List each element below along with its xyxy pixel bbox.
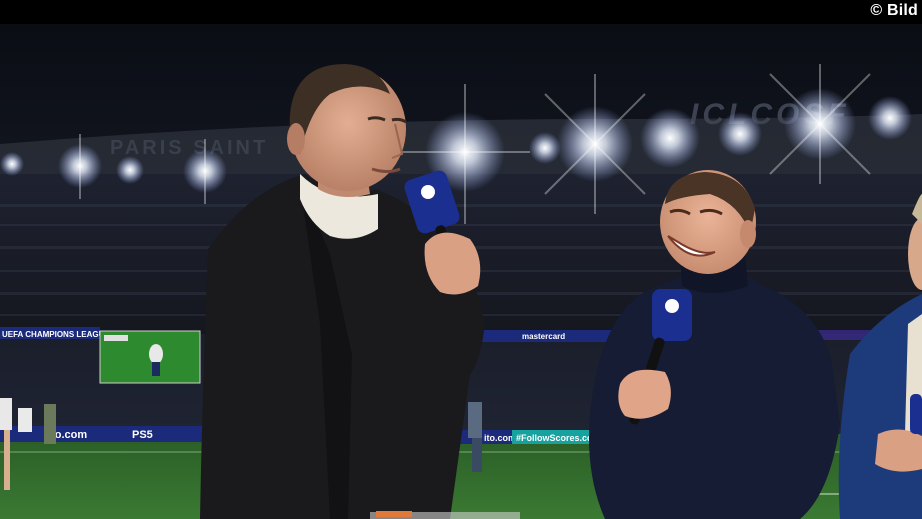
video-frame: © Bild PARIS SAINT ICLCOSF UEFA CHAMPION…: [0, 0, 922, 519]
champions-league-star-icon: [421, 185, 435, 199]
perimeter-board-ps5-text: PS5: [132, 429, 153, 441]
scene-illustration: PARIS SAINT ICLCOSF UEFA CHAMPIONS LEAGU…: [0, 24, 922, 519]
perimeter-board-center-text: ito.com: [484, 433, 516, 443]
stadium-interview-scene: PARIS SAINT ICLCOSF UEFA CHAMPIONS LEAGU…: [0, 24, 922, 519]
big-screen-score-overlay: [104, 335, 128, 341]
perimeter-board-followscores-text: #FollowScores.com: [516, 433, 601, 443]
led-board-ucl-text: UEFA CHAMPIONS LEAGUE: [2, 330, 110, 339]
roof-lettering-left: PARIS SAINT: [110, 137, 268, 159]
photo-credit: © Bild: [870, 2, 918, 19]
big-screen-player: [149, 344, 163, 364]
right-presenter-hand: [618, 369, 671, 419]
led-board-mastercard-text: mastercard: [522, 332, 565, 341]
champions-league-star-icon: [665, 299, 679, 313]
desk-object: [376, 511, 412, 517]
top-black-bar: © Bild: [0, 0, 922, 24]
